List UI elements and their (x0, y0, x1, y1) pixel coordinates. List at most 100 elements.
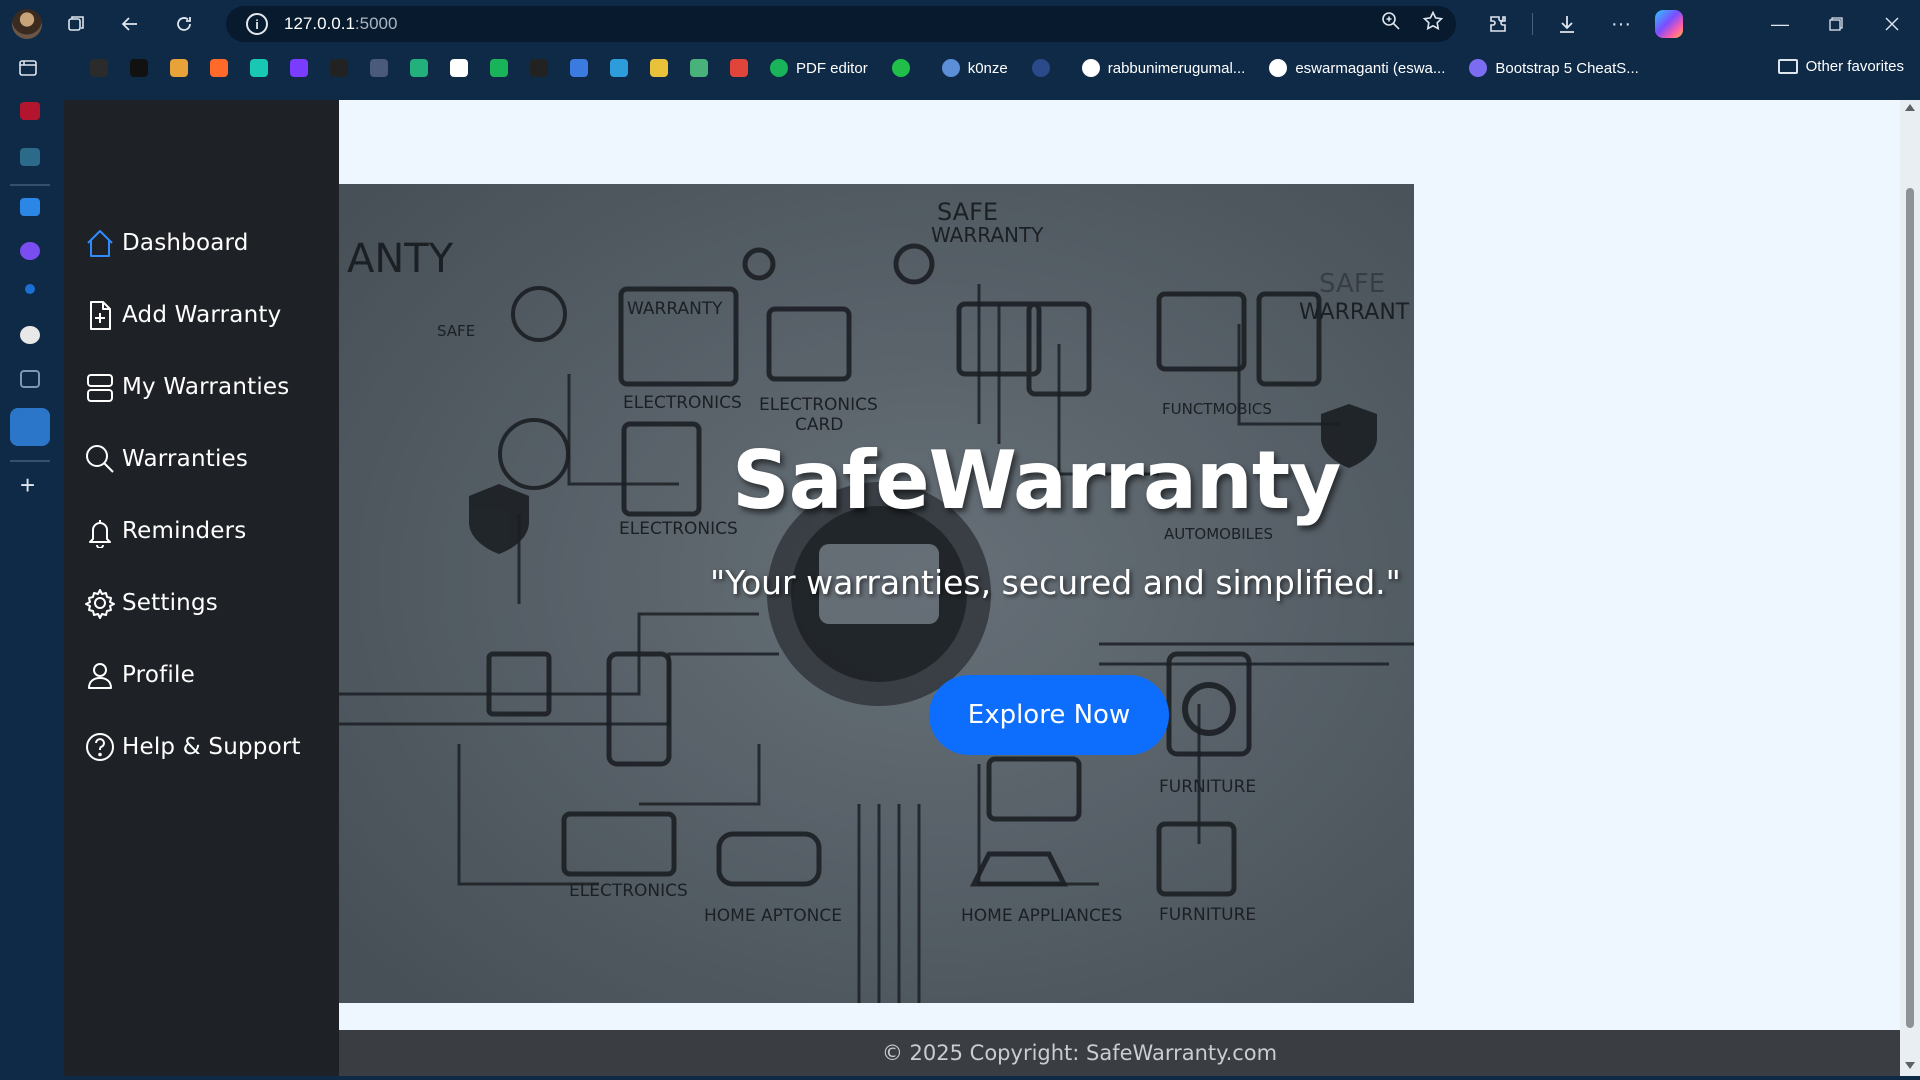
bookmark-favicon-icon[interactable] (330, 59, 348, 77)
analytics-icon[interactable] (20, 148, 40, 166)
folder-icon (1777, 59, 1798, 74)
sidebar-item-label: Warranties (122, 446, 249, 472)
sidebar-item-profile[interactable]: Profile (84, 620, 301, 692)
bookmark-item[interactable]: PDF editor (770, 59, 868, 77)
sidebar-item-warranties[interactable]: Warranties (84, 404, 301, 476)
add-side-icon[interactable]: + (20, 472, 35, 498)
minimize-icon[interactable]: — (1752, 0, 1808, 48)
bookmark-favicon-icon[interactable] (490, 59, 508, 77)
bookmark-favicon-icon (1269, 59, 1288, 77)
bookmark-favicon-icon[interactable] (250, 59, 268, 77)
bookmark-item[interactable] (1031, 59, 1058, 77)
footer: © 2025 Copyright: SafeWarranty.com (339, 1030, 1900, 1076)
stack-icon (87, 374, 113, 402)
sidebar-nav: Dashboard Add Warranty My Warranties Warran… (84, 188, 301, 764)
bookmark-item[interactable] (891, 59, 918, 77)
sidebar-item-settings[interactable]: Settings (84, 548, 301, 620)
site-info-icon[interactable]: i (246, 13, 268, 35)
hero-banner: ANTY SAFE SAFE WARRANTY WARRANTY ELECTRO… (339, 184, 1414, 1003)
profile-avatar[interactable] (12, 9, 42, 39)
bookmark-favicon-icon[interactable] (90, 59, 108, 77)
sidebar-item-label: My Warranties (122, 374, 290, 400)
bookmark-label: eswarmaganti (eswa... (1295, 59, 1446, 77)
more-menu-icon[interactable]: ··· (1601, 4, 1641, 44)
sidebar-item-add-warranty[interactable]: Add Warranty (84, 260, 301, 332)
bookmark-favicon-icon[interactable] (290, 59, 308, 77)
calendar-icon[interactable] (20, 370, 40, 388)
sidebar-item-dashboard[interactable]: Dashboard (84, 188, 301, 260)
sidebar-item-label: Help & Support (122, 734, 301, 760)
bookmark-favicon-icon[interactable] (450, 59, 468, 77)
bookmark-favicon-icon (1081, 59, 1100, 77)
restore-icon[interactable] (1808, 0, 1864, 48)
copilot-side-icon[interactable] (20, 242, 40, 260)
bell-icon (89, 520, 111, 548)
back-icon[interactable] (110, 4, 150, 44)
bookmark-favicon-icon[interactable] (210, 59, 228, 77)
close-icon[interactable] (1864, 0, 1920, 48)
openai-icon[interactable] (20, 326, 40, 344)
bookmarks-bar: PDF editor k0nze rabbunimerugumal... eswarm… (0, 48, 1920, 88)
file-plus-icon (90, 301, 111, 330)
extensions-icon[interactable] (1478, 4, 1518, 44)
sidebar-item-my-warranties[interactable]: My Warranties (84, 332, 301, 404)
address-bar[interactable]: i 127.0.0.1:5000 (226, 6, 1456, 42)
browser-titlebar: i 127.0.0.1:5000 ··· — (0, 0, 1920, 48)
url-text[interactable]: 127.0.0.1:5000 (284, 14, 397, 34)
search-side-icon[interactable] (25, 284, 35, 294)
bookmark-favicon-icon[interactable] (690, 59, 708, 77)
bookmark-item[interactable]: Bootstrap 5 CheatS... (1469, 59, 1639, 77)
bookmark-favicon-icon[interactable] (170, 59, 188, 77)
sidebar-item-label: Dashboard (122, 230, 249, 256)
sidebar-item-label: Add Warranty (122, 302, 282, 328)
bookmark-favicon-icon (941, 59, 960, 77)
sidebar-item-label: Profile (122, 662, 195, 688)
copilot-icon[interactable] (1655, 10, 1683, 38)
bookmark-favicon-icon (1469, 59, 1488, 77)
other-favorites[interactable]: Other favorites (1777, 58, 1904, 75)
bookmark-favicon-icon[interactable] (410, 59, 428, 77)
zoom-icon[interactable] (1380, 10, 1402, 37)
page-viewport: Dashboard Add Warranty My Warranties Warran… (64, 100, 1920, 1076)
bookmark-label: k0nze (967, 59, 1008, 77)
sidebar-item-label: Reminders (122, 518, 247, 544)
scroll-down-arrow-icon[interactable] (1905, 1062, 1915, 1069)
bookmark-item[interactable]: rabbunimerugumal... (1081, 59, 1246, 77)
bookmark-favicon-icon[interactable] (650, 59, 668, 77)
favorite-star-icon[interactable] (1422, 10, 1444, 37)
bookmark-favicon-icon[interactable] (530, 59, 548, 77)
hero-tagline: "Your warranties, secured and simplified… (710, 563, 1401, 602)
refresh-icon[interactable] (164, 4, 204, 44)
app-side-icon[interactable] (10, 408, 50, 446)
question-circle-icon (86, 733, 114, 761)
bookmark-favicon-icon[interactable] (610, 59, 628, 77)
page-scrollbar[interactable] (1900, 100, 1920, 1076)
scroll-thumb[interactable] (1906, 188, 1914, 1028)
search-icon (86, 445, 114, 473)
bookmark-label: PDF editor (796, 59, 868, 77)
bing-icon[interactable] (20, 198, 40, 216)
bookmark-favicon-icon[interactable] (570, 59, 588, 77)
bookmark-label: Bootstrap 5 CheatS... (1495, 59, 1639, 77)
sidebar-item-help-support[interactable]: Help & Support (84, 692, 301, 764)
sidebar-item-reminders[interactable]: Reminders (84, 476, 301, 548)
bookmark-item[interactable]: eswarmaganti (eswa... (1269, 59, 1445, 77)
explore-now-button[interactable]: Explore Now (929, 675, 1169, 755)
bookmark-favicon-icon[interactable] (730, 59, 748, 77)
bookmark-favicon-icon (891, 59, 910, 77)
footer-copyright: © 2025 Copyright: SafeWarranty.com (881, 1041, 1278, 1065)
bookmark-apps-icon[interactable] (18, 58, 38, 78)
workspaces-icon[interactable] (56, 4, 96, 44)
youtube-icon[interactable] (20, 102, 40, 120)
bookmark-favicon-icon[interactable] (370, 59, 388, 77)
bookmark-favicon-icon[interactable] (130, 59, 148, 77)
scroll-up-arrow-icon[interactable] (1905, 104, 1915, 111)
hero-title: SafeWarranty (732, 434, 1341, 527)
bookmark-label: rabbunimerugumal... (1107, 59, 1246, 77)
downloads-icon[interactable] (1547, 4, 1587, 44)
bookmark-item[interactable]: k0nze (941, 59, 1008, 77)
bookmark-favicon-icon (1031, 59, 1050, 77)
home-icon (87, 230, 113, 257)
sidebar-item-label: Settings (122, 590, 218, 616)
app-sidebar: Dashboard Add Warranty My Warranties Warran… (64, 100, 339, 1076)
